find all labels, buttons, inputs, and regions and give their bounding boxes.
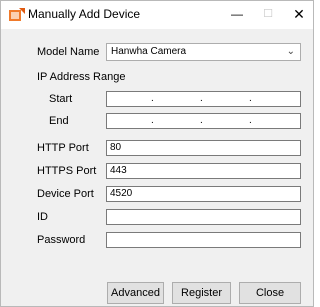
end-ip-input[interactable]: . . . (106, 113, 301, 129)
device-port-label: Device Port (37, 188, 94, 200)
https-port-input[interactable]: 443 (106, 163, 301, 179)
device-add-icon (9, 8, 25, 21)
register-button[interactable]: Register (172, 282, 231, 304)
minimize-button[interactable]: — (227, 5, 247, 23)
ip-separator: . (249, 93, 252, 104)
model-name-label: Model Name (37, 46, 100, 58)
id-label: ID (37, 211, 48, 223)
advanced-button[interactable]: Advanced (107, 282, 164, 304)
device-port-input[interactable]: 4520 (106, 186, 301, 202)
https-port-label: HTTPS Port (37, 165, 97, 177)
start-ip-label: Start (49, 93, 73, 105)
ip-separator: . (151, 93, 154, 104)
start-ip-input[interactable]: . . . (106, 91, 301, 107)
model-name-select[interactable]: Hanwha Camera ⌄ (106, 43, 301, 61)
ip-separator: . (151, 115, 154, 126)
http-port-label: HTTP Port (37, 142, 89, 154)
model-name-value: Hanwha Camera (111, 46, 187, 57)
ip-range-label: IP Address Range (37, 71, 126, 83)
end-ip-label: End (49, 115, 69, 127)
password-input[interactable] (106, 232, 301, 248)
ip-separator: . (200, 115, 203, 126)
maximize-button[interactable]: ☐ (258, 5, 278, 23)
ip-separator: . (249, 115, 252, 126)
ip-separator: . (200, 93, 203, 104)
window-title: Manually Add Device (28, 7, 141, 21)
manually-add-device-dialog: Manually Add Device — ☐ ✕ Model Name Han… (0, 0, 314, 307)
close-button[interactable]: Close (239, 282, 301, 304)
title-bar[interactable]: Manually Add Device — ☐ ✕ (1, 1, 313, 29)
id-input[interactable] (106, 209, 301, 225)
close-window-button[interactable]: ✕ (289, 5, 309, 23)
chevron-down-icon: ⌄ (286, 46, 295, 57)
password-label: Password (37, 234, 86, 246)
http-port-input[interactable]: 80 (106, 140, 301, 156)
